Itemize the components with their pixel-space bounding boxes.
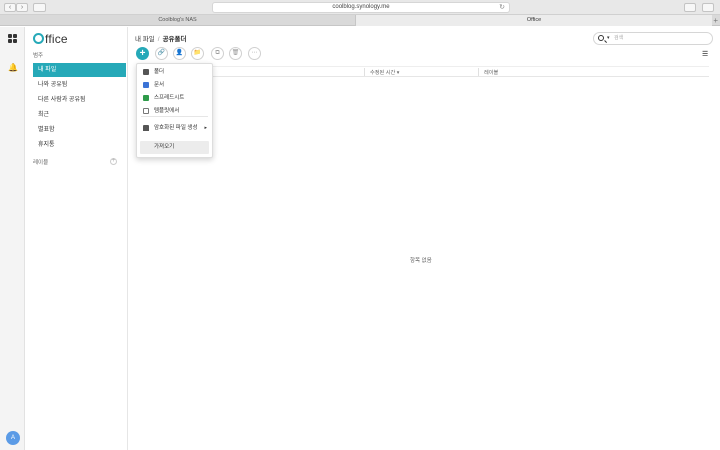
menu-item-folder[interactable]: 폴더 [137,66,212,79]
template-icon [143,108,149,114]
sidebar-item-starred[interactable]: 별표함 [33,123,126,137]
sidebar-item-shared-with-me[interactable]: 나와 공유됨 [33,78,126,92]
add-label-button[interactable]: + [110,158,117,165]
url-text: coolblog.synology.me [332,4,390,10]
list-view-icon[interactable]: ☰ [702,50,708,58]
sidebar-item-recent[interactable]: 최근 [33,108,126,122]
spreadsheet-icon [143,95,149,101]
menu-item-label: 템플릿에서 [154,108,180,114]
submenu-arrow-icon: ▸ [204,125,207,131]
menu-item-label: 문서 [154,82,165,88]
breadcrumb-separator: / [157,36,160,43]
back-button[interactable]: ‹ [4,3,16,12]
column-label[interactable]: 레이블 [484,69,498,76]
sidebar: ffice 범주 내 파일 나와 공유됨 다른 사람과 공유됨 최근 별표함 휴… [26,27,128,450]
breadcrumb: 내 파일 / 공유폴더 [135,33,186,43]
sort-arrow-icon: ▾ [396,70,400,76]
sidebar-item-my-files[interactable]: 내 파일 [33,63,126,77]
delete-icon[interactable]: 🗑 [229,47,242,60]
menu-item-encrypted-file[interactable]: 암호화된 파일 생성 ▸ [137,122,212,135]
avatar[interactable]: A [6,431,20,445]
more-icon[interactable]: ⋯ [248,47,261,60]
sidebar-item-shared-with-others[interactable]: 다른 사람과 공유됨 [33,93,126,107]
add-button[interactable]: + [136,47,149,60]
tab-office[interactable]: Office [356,15,712,26]
menu-item-spreadsheet[interactable]: 스프레드시트 [137,92,212,105]
tab-nas[interactable]: Coolblog's NAS [0,15,356,26]
category-heading: 범주 [33,53,44,59]
column-divider [364,68,365,76]
browser-tabs: Coolblog's NAS Office + [0,15,720,26]
search-placeholder: 검색 [614,35,624,41]
search-icon [598,35,604,41]
file-list-header: 수정된 시간 ▾ 레이블 [136,66,709,77]
column-divider [478,68,479,76]
menu-item-document[interactable]: 문서 [137,79,212,92]
sidebar-item-trash[interactable]: 휴지통 [33,138,126,152]
column-modified[interactable]: 수정된 시간 ▾ [370,69,399,76]
menu-item-label: 암호화된 파일 생성 [154,125,198,131]
breadcrumb-current: 공유폴더 [162,36,187,43]
app-rail: 🔔 A [0,27,25,450]
menu-item-import[interactable]: 가져오기 [140,141,209,154]
new-tab-button[interactable]: + [713,15,718,26]
address-bar[interactable]: coolblog.synology.me ↻ [212,2,510,13]
office-logo: ffice [33,32,68,46]
document-icon [143,82,149,88]
menu-item-label: 스프레드시트 [154,95,185,101]
folder-icon [143,69,149,75]
sidebar-toggle-icon[interactable] [33,3,46,12]
labels-heading: 레이블 [33,160,49,166]
search-input[interactable]: ▾ 검색 [593,32,713,45]
copy-icon[interactable]: ⧉ [211,47,224,60]
move-folder-icon[interactable]: 📁 [191,47,204,60]
notification-bell-icon[interactable]: 🔔 [8,63,18,72]
share-icon[interactable] [684,3,696,12]
create-menu: 폴더 문서 스프레드시트 템플릿에서 암호화된 파일 생성 ▸ 가져오기 [136,63,213,158]
apps-grid-icon[interactable] [8,34,17,43]
reload-icon[interactable]: ↻ [499,3,505,12]
forward-button[interactable]: › [16,3,28,12]
tabs-overview-icon[interactable] [702,3,714,12]
lock-icon [143,125,149,131]
share-user-icon[interactable]: 👤 [173,47,186,60]
chevron-down-icon[interactable]: ▾ [607,33,610,44]
link-icon[interactable]: 🔗 [155,47,168,60]
empty-state-text: 항목 없음 [410,258,432,264]
browser-titlebar: ‹ › coolblog.synology.me ↻ [0,0,720,15]
menu-item-label: 폴더 [154,69,165,75]
breadcrumb-parent[interactable]: 내 파일 [135,36,155,43]
menu-divider [141,116,208,117]
